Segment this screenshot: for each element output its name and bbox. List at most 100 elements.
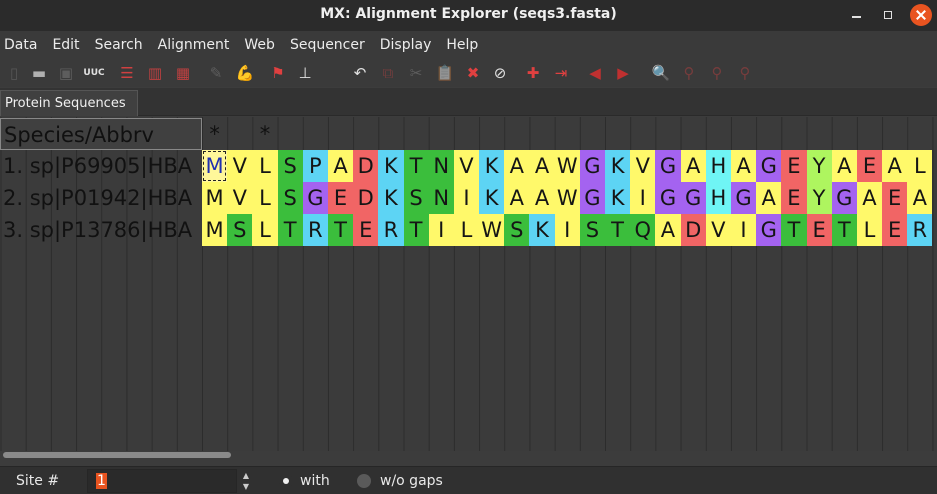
- residue-cell[interactable]: Y: [806, 150, 832, 182]
- site-number-input[interactable]: 1: [87, 469, 237, 493]
- residue-cell[interactable]: E: [327, 182, 354, 214]
- without-gaps-radio[interactable]: [357, 474, 371, 488]
- residue-cell[interactable]: S: [403, 182, 429, 214]
- residue-cell[interactable]: L: [252, 182, 278, 214]
- search-icon[interactable]: 🔍: [651, 63, 671, 83]
- residue-cell[interactable]: V: [453, 150, 480, 182]
- residue-cell[interactable]: V: [227, 150, 253, 182]
- residue-cell[interactable]: K: [529, 214, 555, 246]
- menu-alignment[interactable]: Alignment: [158, 37, 245, 53]
- residue-cell[interactable]: G: [730, 182, 757, 214]
- residue-cell[interactable]: I: [428, 214, 454, 246]
- residue-cell[interactable]: H: [705, 150, 731, 182]
- residue-cell[interactable]: A: [327, 150, 354, 182]
- residue-cell[interactable]: E: [781, 182, 807, 214]
- residue-cell[interactable]: K: [605, 182, 631, 214]
- residue-cell[interactable]: W: [554, 150, 580, 182]
- residue-cell[interactable]: A: [529, 182, 555, 214]
- undo-icon[interactable]: ↶: [350, 63, 370, 83]
- residue-cell[interactable]: A: [756, 182, 782, 214]
- muscle-arm-icon[interactable]: 💪: [235, 63, 255, 83]
- site-number-spinner[interactable]: ▲ ▼: [238, 469, 254, 493]
- residue-cell[interactable]: S: [227, 214, 253, 246]
- residue-cell[interactable]: Q: [630, 214, 656, 246]
- residue-cell[interactable]: D: [353, 150, 379, 182]
- residue-cell[interactable]: V: [227, 182, 253, 214]
- residue-cell[interactable]: V: [705, 214, 731, 246]
- residue-cell[interactable]: T: [831, 214, 857, 246]
- residue-cell[interactable]: A: [907, 182, 933, 214]
- residue-cell[interactable]: A: [730, 150, 757, 182]
- insert-icon[interactable]: ⇥: [551, 63, 571, 83]
- residue-cell[interactable]: W: [479, 214, 505, 246]
- alignment-grid[interactable]: Species/Abbrv * * 1. sp|P69905|HBA M V L S P A D K T…: [0, 117, 937, 451]
- menu-search[interactable]: Search: [95, 37, 158, 53]
- residue-cell[interactable]: S: [504, 214, 530, 246]
- residue-cell[interactable]: D: [353, 182, 379, 214]
- residue-cell[interactable]: E: [882, 182, 908, 214]
- spin-down-icon[interactable]: ▼: [243, 482, 249, 491]
- minimize-button[interactable]: [845, 4, 867, 26]
- residue-cell[interactable]: P: [302, 150, 328, 182]
- residue-cell[interactable]: T: [403, 150, 429, 182]
- cut-icon[interactable]: ✂: [406, 63, 426, 83]
- align-codons-icon[interactable]: ▦: [173, 63, 193, 83]
- residue-cell[interactable]: A: [831, 150, 857, 182]
- residue-cell[interactable]: R: [302, 214, 328, 246]
- new-doc-icon[interactable]: ▯: [4, 63, 24, 83]
- residue-cell[interactable]: L: [252, 150, 278, 182]
- residue-cell[interactable]: G: [655, 182, 681, 214]
- residue-cell[interactable]: A: [856, 182, 883, 214]
- move-left-icon[interactable]: ◀: [585, 63, 605, 83]
- residue-cell[interactable]: K: [479, 182, 505, 214]
- menu-data[interactable]: Data: [4, 37, 52, 53]
- save-icon[interactable]: ▣: [56, 63, 76, 83]
- residue-cell[interactable]: H: [705, 182, 731, 214]
- residue-cell[interactable]: A: [504, 182, 530, 214]
- menu-web[interactable]: Web: [244, 37, 290, 53]
- species-header[interactable]: Species/Abbrv: [0, 118, 202, 150]
- residue-cell[interactable]: E: [856, 150, 883, 182]
- residue-cell[interactable]: L: [907, 150, 933, 182]
- wand-icon[interactable]: ✎: [206, 63, 226, 83]
- residue-cell[interactable]: G: [756, 214, 782, 246]
- horizontal-scrollbar[interactable]: [3, 452, 231, 458]
- with-gaps-radio[interactable]: [279, 474, 293, 488]
- residue-cell[interactable]: T: [605, 214, 631, 246]
- menu-display[interactable]: Display: [380, 37, 447, 53]
- spin-up-icon[interactable]: ▲: [243, 471, 249, 480]
- add-sequence-icon[interactable]: ✚: [523, 63, 543, 83]
- residue-cell[interactable]: T: [327, 214, 354, 246]
- residue-cell[interactable]: E: [353, 214, 379, 246]
- residue-cell[interactable]: S: [277, 150, 303, 182]
- residue-cell[interactable]: R: [907, 214, 933, 246]
- residue-cell[interactable]: K: [605, 150, 631, 182]
- residue-cell[interactable]: G: [831, 182, 857, 214]
- find-next-icon[interactable]: ⚲: [707, 63, 727, 83]
- residue-cell[interactable]: L: [252, 214, 278, 246]
- residue-cell[interactable]: N: [428, 182, 454, 214]
- residue-cell[interactable]: R: [378, 214, 404, 246]
- residue-cell[interactable]: K: [479, 150, 505, 182]
- translate-icon[interactable]: UUC: [83, 63, 104, 83]
- residue-cell[interactable]: M: [202, 150, 228, 182]
- residue-cell[interactable]: G: [655, 150, 681, 182]
- residue-cell[interactable]: G: [302, 182, 328, 214]
- residue-cell[interactable]: I: [630, 182, 656, 214]
- residue-cell[interactable]: I: [730, 214, 757, 246]
- residue-cell[interactable]: T: [781, 214, 807, 246]
- align-clustal-icon[interactable]: ▥: [145, 63, 165, 83]
- open-folder-icon[interactable]: ▬: [29, 63, 49, 83]
- residue-cell[interactable]: A: [504, 150, 530, 182]
- mark-site-icon[interactable]: ⊥: [295, 63, 315, 83]
- residue-cell[interactable]: I: [453, 182, 480, 214]
- residue-cell[interactable]: A: [680, 150, 706, 182]
- residue-cell[interactable]: M: [202, 182, 228, 214]
- sequence-name[interactable]: 2. sp|P01942|HBA: [0, 182, 202, 214]
- copy-icon[interactable]: ⧉: [378, 63, 398, 83]
- residue-cell[interactable]: T: [403, 214, 429, 246]
- maximize-button[interactable]: [877, 4, 899, 26]
- residue-cell[interactable]: L: [856, 214, 883, 246]
- menu-sequencer[interactable]: Sequencer: [290, 37, 380, 53]
- residue-cell[interactable]: E: [781, 150, 807, 182]
